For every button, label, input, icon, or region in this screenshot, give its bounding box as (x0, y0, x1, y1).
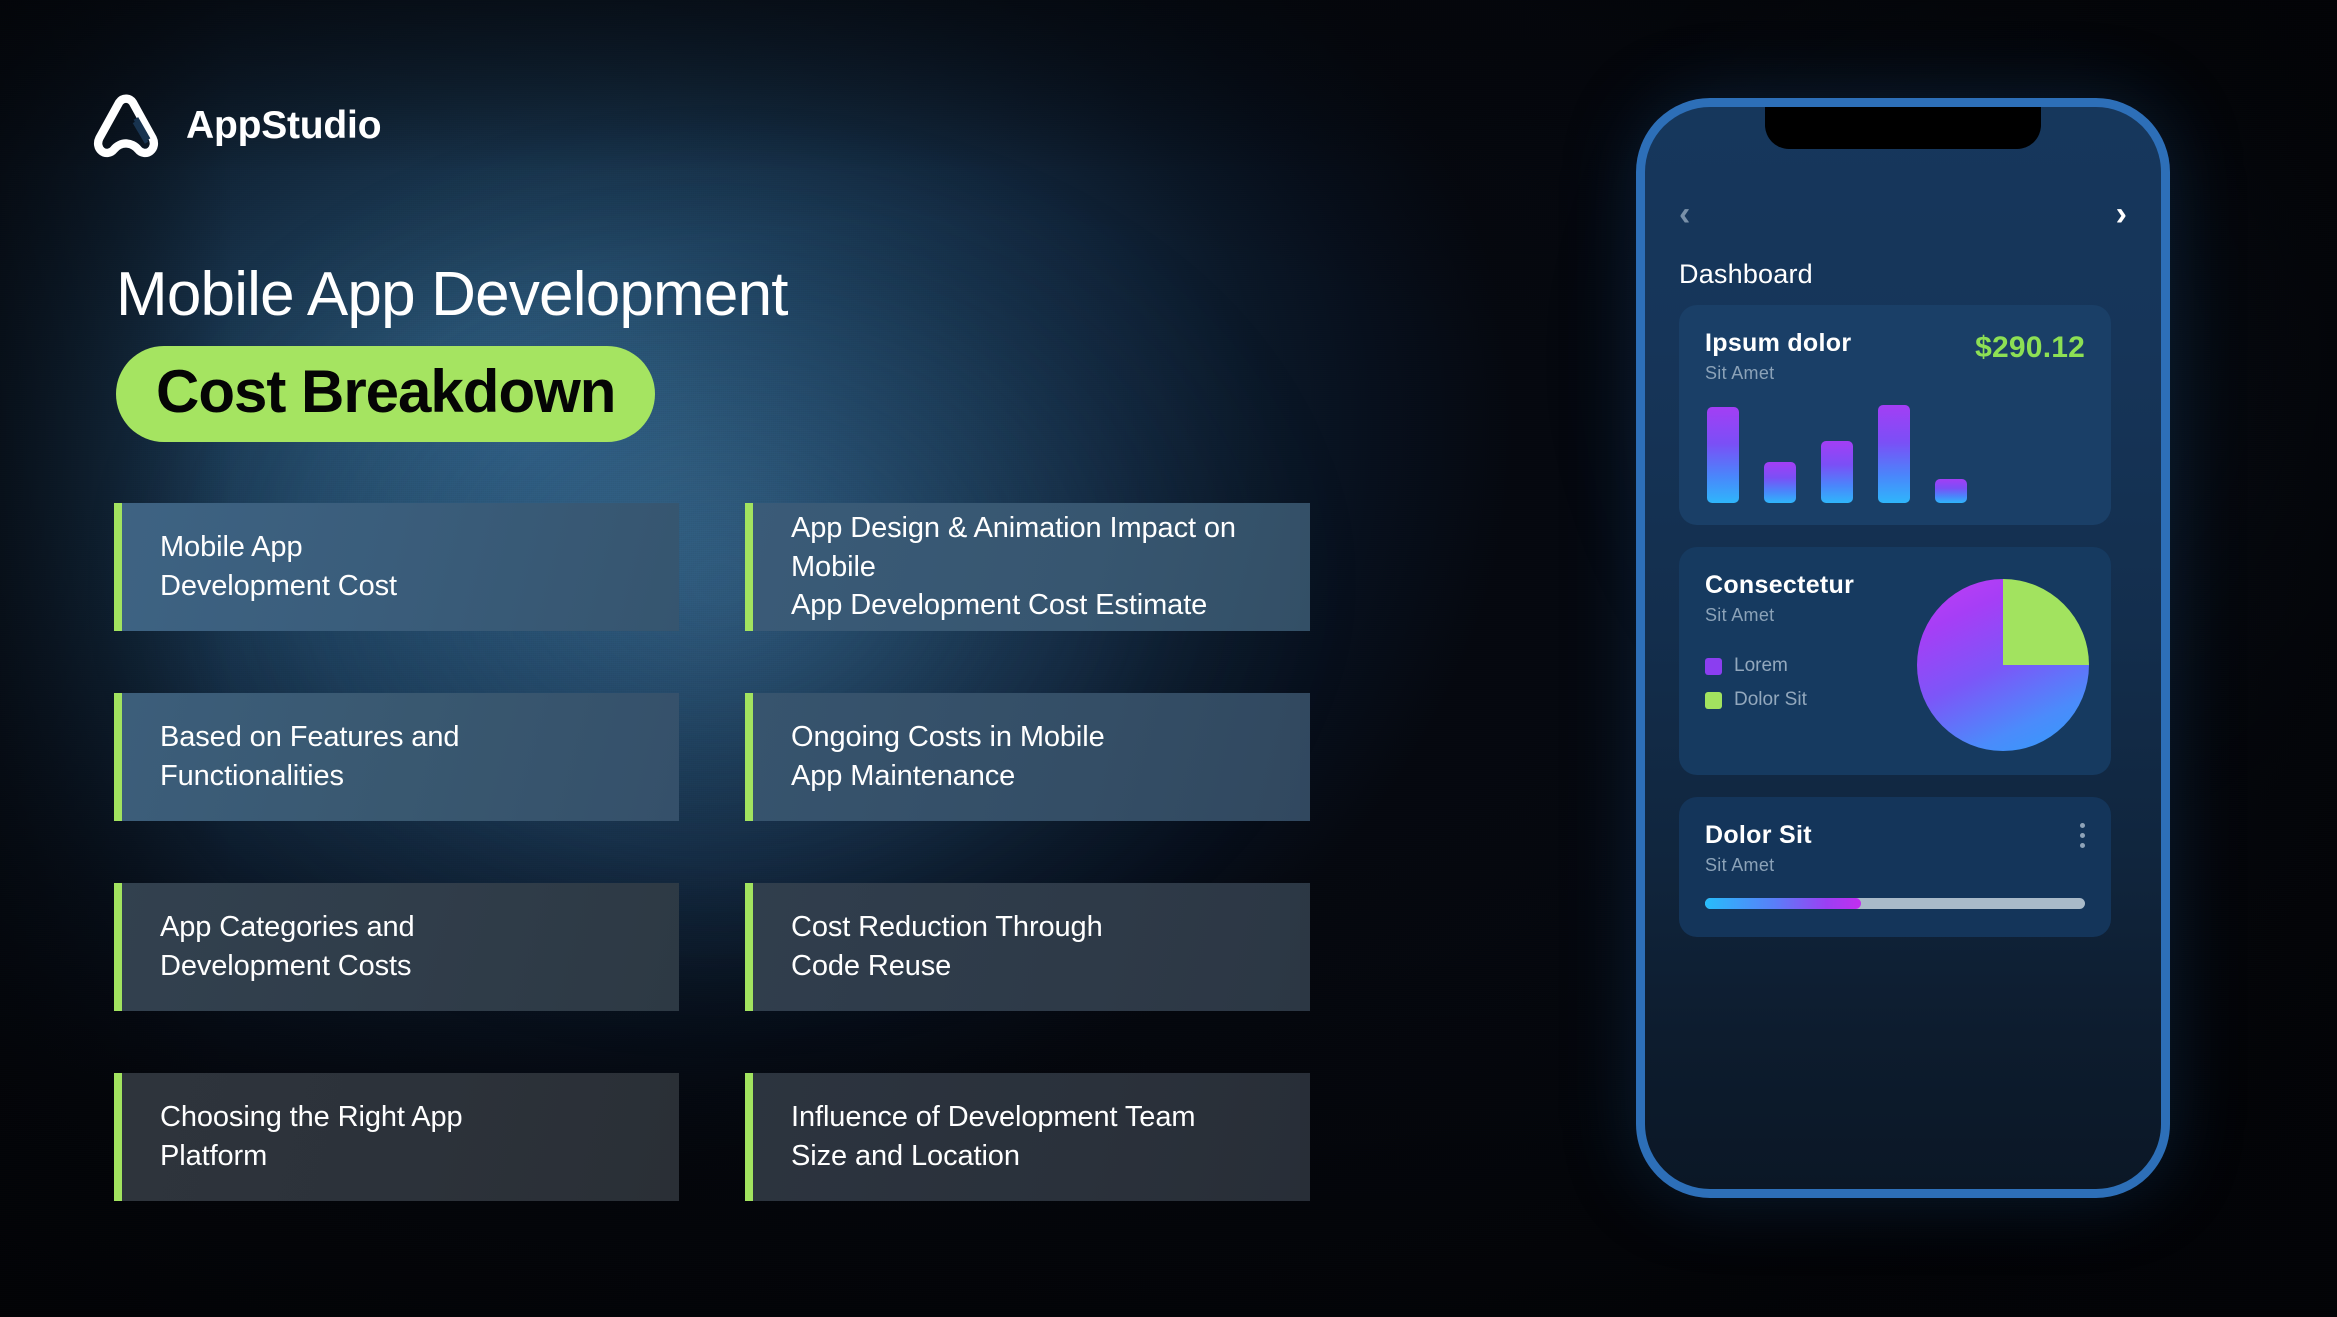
bar (1707, 406, 1739, 503)
accent-bar (745, 693, 753, 821)
topics-row: Choosing the Right App Platform Influenc… (114, 1073, 1526, 1201)
accent-bar (745, 883, 753, 1011)
topic-card[interactable]: Mobile App Development Cost (114, 503, 679, 631)
card-subtitle: Sit Amet (1705, 363, 1775, 383)
topic-label: Mobile App Development Cost (160, 531, 397, 602)
topic-card[interactable]: Based on Features and Functionalities (114, 693, 679, 821)
bar (1878, 405, 1910, 503)
chevron-left-icon[interactable]: ‹ (1679, 197, 1690, 231)
topics-grid: Mobile App Development Cost App Design &… (114, 503, 1526, 1201)
bar (1935, 478, 1967, 503)
topic-card[interactable]: App Categories and Development Costs (114, 883, 679, 1011)
legend-item: Dolor Sit (1705, 689, 1807, 711)
legend-item: Lorem (1705, 655, 1807, 677)
topics-row: Based on Features and Functionalities On… (114, 693, 1526, 821)
progress-card[interactable]: Dolor Sit Sit Amet (1679, 797, 2111, 937)
triangle-logo-icon (88, 88, 164, 164)
page-title: Mobile App Development Cost Breakdown (116, 260, 789, 443)
topics-row: Mobile App Development Cost App Design &… (114, 503, 1526, 631)
progress-fill (1705, 898, 1861, 909)
topic-card[interactable]: Influence of Development Team Size and L… (745, 1073, 1310, 1201)
topic-label: Influence of Development Team Size and L… (791, 1101, 1196, 1172)
kebab-menu-icon[interactable] (2080, 823, 2085, 848)
legend-swatch (1705, 657, 1722, 675)
topic-label: Ongoing Costs in Mobile App Maintenance (791, 721, 1105, 792)
pie-chart (1917, 579, 2089, 751)
headline-line-2: Cost Breakdown (156, 357, 616, 425)
topic-card[interactable]: Choosing the Right App Platform (114, 1073, 679, 1201)
accent-bar (745, 503, 753, 631)
pie-chart-card[interactable]: Consectetur Sit Amet Lorem Dolor Sit (1679, 547, 2111, 775)
brand-name: AppStudio (186, 104, 382, 147)
legend-swatch (1705, 691, 1722, 709)
topic-card[interactable]: Cost Reduction Through Code Reuse (745, 883, 1310, 1011)
topics-row: App Categories and Development Costs Cos… (114, 883, 1526, 1011)
topic-label: Choosing the Right App Platform (160, 1101, 463, 1172)
phone-mockup: ‹ › Dashboard Ipsum dolor Sit Amet $290.… (1636, 98, 2170, 1198)
card-subtitle: Sit Amet (1705, 855, 1775, 875)
bar (1764, 461, 1796, 503)
headline-pill: Cost Breakdown (116, 345, 656, 443)
bar-series (1707, 405, 2085, 503)
accent-bar (745, 1073, 753, 1201)
topic-label: App Design & Animation Impact on Mobile … (791, 511, 1236, 622)
topic-label: Cost Reduction Through Code Reuse (791, 911, 1103, 982)
screen-title: Dashboard (1679, 259, 1813, 289)
slide-canvas: AppStudio Mobile App Development Cost Br… (0, 0, 2337, 1317)
accent-bar (114, 883, 122, 1011)
progress-track (1705, 898, 2085, 909)
topic-label: App Categories and Development Costs (160, 911, 415, 982)
card-value: $290.12 (1975, 331, 2085, 364)
bar (1821, 441, 1853, 503)
phone-notch (1765, 107, 2041, 149)
accent-bar (114, 1073, 122, 1201)
legend-label: Dolor Sit (1734, 689, 1807, 710)
pie-legend: Lorem Dolor Sit (1705, 655, 1807, 723)
card-title: Dolor Sit (1705, 821, 1812, 849)
phone-nav-bar: ‹ › (1645, 191, 2161, 237)
bar-chart-card[interactable]: Ipsum dolor Sit Amet $290.12 (1679, 305, 2111, 525)
chevron-right-icon[interactable]: › (2116, 197, 2127, 231)
topic-label: Based on Features and Functionalities (160, 721, 460, 792)
topic-card[interactable]: Ongoing Costs in Mobile App Maintenance (745, 693, 1310, 821)
headline-line-1: Mobile App Development (116, 260, 789, 329)
accent-bar (114, 693, 122, 821)
accent-bar (114, 503, 122, 631)
legend-label: Lorem (1734, 655, 1788, 676)
topic-card[interactable]: App Design & Animation Impact on Mobile … (745, 503, 1310, 631)
brand-logo: AppStudio (88, 88, 382, 164)
